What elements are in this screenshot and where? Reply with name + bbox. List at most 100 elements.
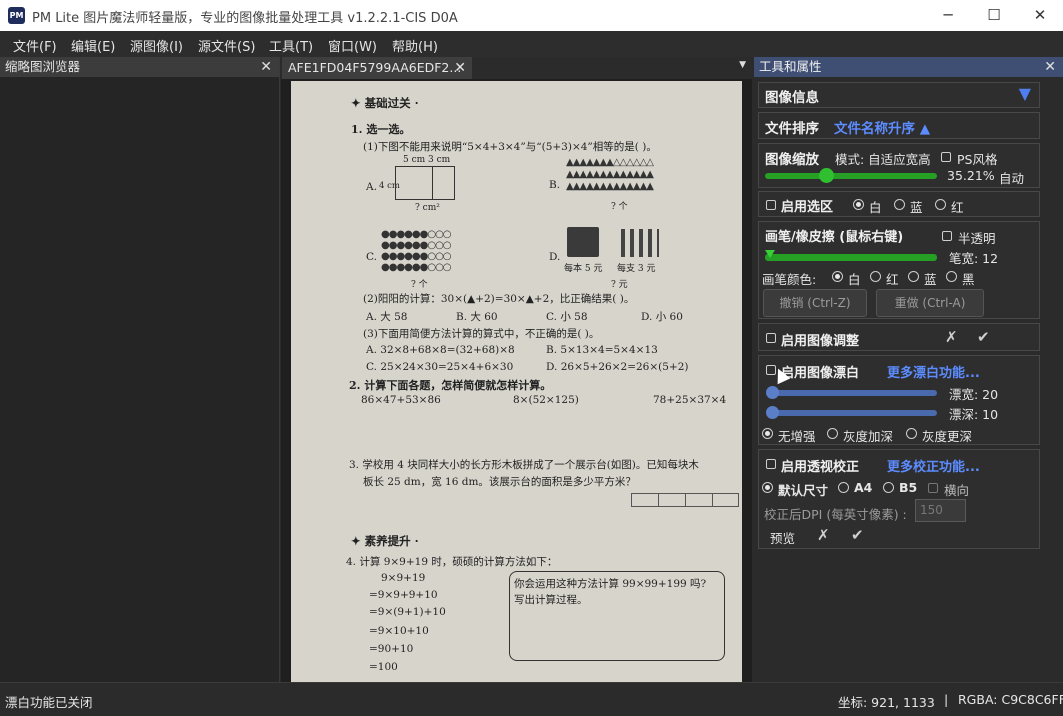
- app-logo-icon: PM: [8, 7, 25, 24]
- window-title: PM Lite 图片魔法师轻量版，专业的图像批量处理工具 v1.2.2.1-CI…: [32, 11, 458, 26]
- dpi-input[interactable]: 150: [915, 499, 966, 522]
- selection-blue-radio[interactable]: [894, 199, 905, 210]
- more-whiten-link[interactable]: 更多漂白功能...: [887, 362, 980, 381]
- image-info-group[interactable]: 图像信息 ▼: [758, 82, 1040, 108]
- confirm-icon[interactable]: ✔: [851, 526, 864, 544]
- document-image[interactable]: ✦ 基础过关 · 1. 选一选。 (1)下图不能用来说明“5×4+3×4”与“(…: [291, 81, 742, 682]
- file-sort-group: 文件排序 文件名称升序 ▲: [758, 112, 1040, 139]
- landscape-checkbox[interactable]: [928, 483, 938, 493]
- doc-option: B. 大 60: [456, 311, 498, 323]
- brush-red-radio[interactable]: [870, 271, 881, 282]
- no-enhance-label: 无增强: [778, 429, 816, 444]
- zoom-auto-label[interactable]: 自动: [999, 168, 1024, 187]
- tools-properties-panel: 工具和属性 ✕ 图像信息 ▼ 文件排序 文件名称升序 ▲ 图像缩放 模式: 自适…: [754, 57, 1063, 682]
- brush-width-handle[interactable]: [765, 250, 775, 258]
- close-icon[interactable]: ✕: [1044, 57, 1056, 77]
- whiten-depth-handle[interactable]: [766, 406, 779, 419]
- cancel-icon[interactable]: ✗: [945, 328, 958, 346]
- menu-edit[interactable]: 编辑(E): [71, 36, 115, 55]
- cancel-icon[interactable]: ✗: [817, 526, 830, 544]
- chevron-down-icon[interactable]: ▼: [739, 60, 746, 70]
- doc-section-heading: ✦ 素养提升 ·: [351, 534, 419, 548]
- status-bar: 漂白功能已关闭 坐标: 921, 1133 | RGBA: C9C8C6FF: [0, 682, 1063, 716]
- zoom-slider[interactable]: [765, 173, 937, 179]
- no-enhance-radio[interactable]: [762, 428, 773, 439]
- doc-text: 每本 5 元: [564, 264, 603, 274]
- menu-source-image[interactable]: 源图像(I): [130, 36, 183, 55]
- more-perspective-link[interactable]: 更多校正功能...: [887, 456, 980, 475]
- image-zoom-label: 图像缩放: [765, 152, 819, 168]
- gray-deeper-radio[interactable]: [906, 428, 917, 439]
- menu-help[interactable]: 帮助(H): [392, 36, 438, 55]
- doc-question: 1. 选一选。: [351, 123, 411, 136]
- brush-blue-label: 蓝: [924, 272, 937, 287]
- doc-option: B.: [549, 179, 561, 191]
- doc-text: 你会运用这种方法计算 99×99+199 吗?: [514, 578, 707, 590]
- whiten-width-slider[interactable]: [767, 390, 937, 396]
- maximize-button[interactable]: ☐: [971, 0, 1017, 31]
- confirm-icon[interactable]: ✔: [977, 328, 990, 346]
- whiten-depth-slider[interactable]: [767, 410, 937, 416]
- status-coordinates: 坐标: 921, 1133: [838, 695, 935, 710]
- doc-option: A.: [366, 181, 377, 193]
- zoom-mode-label[interactable]: 模式: 自适应宽高: [835, 149, 931, 168]
- close-icon[interactable]: ✕: [454, 57, 466, 79]
- enable-selection-label: 启用选区: [781, 200, 834, 215]
- whiten-width-handle[interactable]: [766, 386, 779, 399]
- image-info-label: 图像信息: [765, 90, 819, 106]
- menu-tools[interactable]: 工具(T): [269, 36, 313, 55]
- selection-white-radio[interactable]: [853, 199, 864, 210]
- doc-step: =100: [369, 661, 398, 673]
- a4-radio[interactable]: [838, 482, 849, 493]
- selection-red-radio[interactable]: [935, 199, 946, 210]
- title-bar: PM PM Lite 图片魔法师轻量版，专业的图像批量处理工具 v1.2.2.1…: [0, 0, 1063, 31]
- doc-option: A. 大 58: [366, 311, 408, 323]
- brush-color-label: 画笔颜色:: [762, 272, 817, 287]
- whiten-width-label: 漂宽: 20: [949, 387, 999, 402]
- enable-selection-checkbox[interactable]: [766, 200, 776, 210]
- zoom-percent: 35.21%: [947, 168, 995, 183]
- doc-option: D. 小 60: [641, 311, 683, 323]
- default-size-radio[interactable]: [762, 482, 773, 493]
- semi-transparent-checkbox[interactable]: [942, 231, 952, 241]
- minimize-button[interactable]: ─: [925, 0, 971, 31]
- perspective-group: 启用透视校正 更多校正功能... 默认尺寸 A4 B5 横向 校正后DPI (每…: [758, 449, 1040, 549]
- brush-blue-radio[interactable]: [908, 271, 919, 282]
- zoom-slider-handle[interactable]: [818, 168, 834, 183]
- gray-deepen-label: 灰度加深: [843, 429, 894, 444]
- gray-deepen-radio[interactable]: [827, 428, 838, 439]
- menu-source-file[interactable]: 源文件(S): [198, 36, 255, 55]
- doc-step: =9×(9+1)+10: [369, 606, 446, 618]
- enable-adjust-checkbox[interactable]: [766, 333, 776, 343]
- selection-white-label: 白: [869, 200, 882, 215]
- preview-button[interactable]: 预览: [770, 528, 795, 547]
- menu-window[interactable]: 窗口(W): [328, 36, 377, 55]
- document-tab[interactable]: AFE1FD04F5799AA6EDF2... ✕: [282, 57, 472, 79]
- ps-style-checkbox[interactable]: [941, 152, 951, 162]
- doc-option: C. 25×24×30=25×4+6×30: [366, 361, 514, 373]
- doc-pens-figure: [621, 229, 659, 257]
- thumbnail-browser-panel: 缩略图浏览器 ✕: [0, 57, 280, 682]
- undo-button[interactable]: 撤销 (Ctrl-Z): [763, 289, 867, 317]
- image-whiten-group: 启用图像漂白 更多漂白功能... 漂宽: 20 漂深: 10 无增强 灰度加深 …: [758, 355, 1040, 445]
- b5-radio[interactable]: [883, 482, 894, 493]
- brush-white-radio[interactable]: [832, 271, 843, 282]
- doc-option: C.: [366, 251, 377, 263]
- redo-button[interactable]: 重做 (Ctrl-A): [876, 289, 984, 317]
- brush-eraser-label: 画笔/橡皮擦 (鼠标右键): [765, 230, 904, 245]
- file-sort-value[interactable]: 文件名称升序 ▲: [834, 117, 930, 137]
- selection-group: 启用选区 白 蓝 红: [758, 191, 1040, 217]
- brush-width-slider[interactable]: [765, 254, 937, 261]
- doc-step: =90+10: [369, 643, 414, 655]
- doc-step: =9×10+10: [369, 625, 429, 637]
- brush-white-label: 白: [848, 272, 861, 287]
- menu-file[interactable]: 文件(F): [13, 36, 57, 55]
- brush-black-radio[interactable]: [946, 271, 957, 282]
- close-window-button[interactable]: ✕: [1017, 0, 1063, 31]
- ps-style-label: PS风格: [957, 152, 998, 167]
- tools-properties-title: 工具和属性: [759, 59, 822, 74]
- status-separator: |: [944, 692, 949, 707]
- enable-perspective-checkbox[interactable]: [766, 459, 776, 469]
- chevron-down-icon[interactable]: ▼: [1019, 84, 1031, 103]
- close-icon[interactable]: ✕: [260, 57, 272, 77]
